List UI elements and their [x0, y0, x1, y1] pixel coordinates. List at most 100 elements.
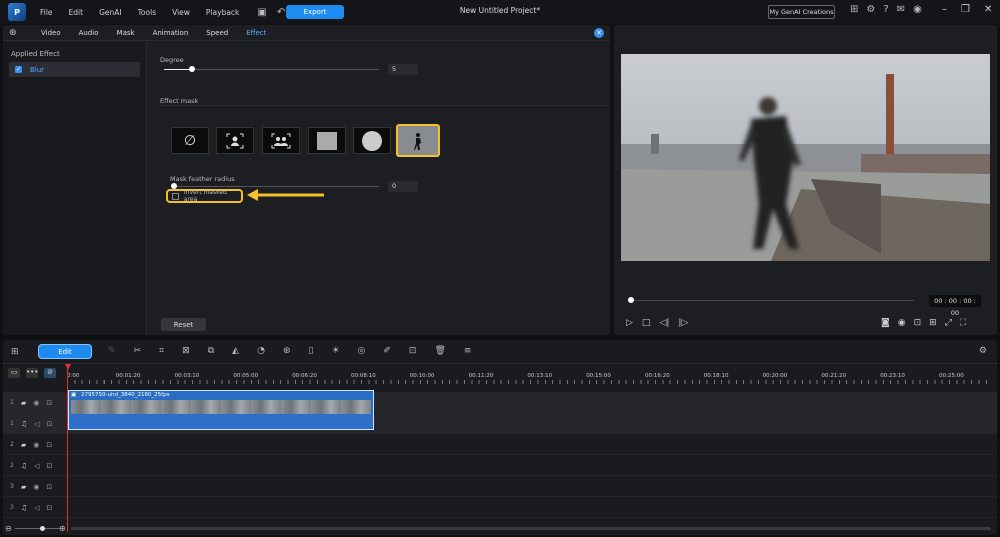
zoom-slider[interactable]	[15, 528, 60, 529]
mask-person-option[interactable]	[216, 127, 254, 154]
video-clip[interactable]: ▣ 2795750-uhd_3840_2160_25fps	[68, 390, 374, 430]
menu-genai[interactable]: GenAI	[99, 8, 122, 17]
tab-audio[interactable]: Audio	[79, 29, 99, 37]
mask-none-option[interactable]: ∅	[171, 127, 209, 154]
timeline-settings-icon[interactable]: ⚙	[979, 346, 987, 356]
mute-icon[interactable]: ◁	[34, 504, 39, 512]
invert-checkbox-box[interactable]	[172, 192, 179, 200]
horizontal-scrollbar[interactable]	[71, 527, 991, 530]
timeline-ruler[interactable]: 0:00 00:01:20 00:03:10 00:05:00 00:06:20 00:0…	[67, 364, 997, 384]
save-icon[interactable]: ▣	[257, 7, 266, 18]
zoom-in-icon[interactable]: ⊕	[59, 524, 66, 533]
feather-value-field[interactable]: 0	[388, 181, 418, 192]
applied-effect-item[interactable]: ✓ Blur	[9, 62, 140, 77]
minimize-icon[interactable]: –	[942, 4, 947, 15]
visibility-icon[interactable]: ◉	[33, 441, 39, 449]
more-icon[interactable]: •••	[26, 368, 38, 378]
freeze-icon[interactable]: ▯	[308, 346, 313, 356]
tab-effect[interactable]: Effect	[246, 29, 266, 37]
track-manager-icon[interactable]: ▭	[8, 368, 20, 378]
zoom-slider-knob[interactable]	[40, 526, 45, 531]
mask-group-option[interactable]	[262, 127, 300, 154]
stop-icon[interactable]: □	[642, 318, 651, 328]
export-button[interactable]: Export	[286, 5, 344, 19]
visibility-icon[interactable]: ◉	[33, 399, 39, 407]
track-row[interactable]: 2 ▰ ◉ ⊡	[3, 434, 997, 455]
menu-view[interactable]: View	[172, 8, 190, 17]
mask-circle-option[interactable]	[353, 127, 391, 154]
brightness-icon[interactable]: ☀	[331, 346, 339, 356]
record-icon[interactable]: ◉	[898, 318, 906, 328]
speed-icon[interactable]: ◔	[257, 346, 265, 356]
snapshot-icon[interactable]: ◙	[881, 318, 890, 328]
visibility-icon[interactable]: ◉	[33, 483, 39, 491]
edit-button[interactable]: Edit	[38, 344, 92, 359]
playhead[interactable]	[67, 368, 68, 532]
my-genai-creations-button[interactable]: My GenAI Creations	[768, 5, 835, 19]
color-icon[interactable]: ◎	[358, 346, 366, 356]
split-icon[interactable]: ✂	[134, 346, 142, 356]
menu-file[interactable]: File	[40, 8, 53, 17]
preview-scrubber[interactable]	[629, 300, 914, 301]
degree-slider[interactable]	[164, 69, 379, 70]
menu-tools[interactable]: Tools	[138, 8, 156, 17]
restore-icon[interactable]: ❐	[961, 4, 970, 15]
lock-icon[interactable]: ⊡	[46, 483, 52, 491]
degree-value-field[interactable]: 5	[388, 64, 418, 75]
effect-enabled-checkbox[interactable]: ✓	[15, 66, 22, 73]
ruler-tick-label: 0:00	[67, 373, 80, 379]
mute-icon[interactable]: ◁	[34, 420, 39, 428]
play-icon[interactable]: ▷	[626, 318, 633, 328]
tab-speed[interactable]: Speed	[206, 29, 228, 37]
next-frame-icon[interactable]: |▷	[678, 318, 688, 328]
lock-icon[interactable]: ⊡	[47, 504, 53, 512]
feather-slider[interactable]	[174, 186, 379, 187]
invert-masked-area-checkbox[interactable]: Invert masked area	[166, 189, 243, 203]
overlay-icon[interactable]: ⧉	[208, 346, 214, 356]
tab-video[interactable]: Video	[41, 29, 61, 37]
quality-icon[interactable]: ⊡	[914, 318, 922, 328]
track-row[interactable]: 3 ♫ ◁ ⊡	[3, 497, 997, 518]
tab-mask[interactable]: Mask	[117, 29, 135, 37]
flip-icon[interactable]: ◭	[232, 346, 239, 356]
notification-icon[interactable]: ✉	[897, 4, 905, 15]
track-row[interactable]: 3 ▰ ◉ ⊡	[3, 476, 997, 497]
reset-button[interactable]: Reset	[161, 318, 206, 331]
preview-scrubber-knob[interactable]	[628, 297, 634, 303]
timeline-zoom-bar: ⊖ ⊕	[3, 524, 997, 534]
menu-playback[interactable]: Playback	[206, 8, 239, 17]
degree-slider-knob[interactable]	[188, 66, 195, 72]
lock-icon[interactable]: ⊡	[46, 441, 52, 449]
layout-icon[interactable]: ⊞	[850, 4, 858, 15]
display-icon[interactable]: ⊞	[929, 318, 937, 328]
close-panel-icon[interactable]: ✕	[594, 28, 604, 38]
effect-icon[interactable]: ⊛	[283, 346, 291, 356]
fit-icon[interactable]: ⤢	[945, 318, 952, 328]
delete-icon[interactable]: 🗑	[434, 346, 445, 356]
mute-icon[interactable]: ◁	[34, 462, 39, 470]
previous-frame-icon[interactable]: ◁|	[659, 318, 669, 328]
edit-image-icon[interactable]: ✐	[383, 346, 391, 356]
subtitle-icon[interactable]: ≡	[464, 346, 472, 356]
settings-icon[interactable]: ⚙	[866, 4, 875, 15]
close-icon[interactable]: ✕	[984, 4, 992, 15]
mosaic-icon[interactable]: ⊡	[409, 346, 417, 356]
mask-custom-option[interactable]	[396, 124, 440, 157]
link-icon[interactable]: ⊘	[44, 368, 56, 378]
menu-edit[interactable]: Edit	[69, 8, 84, 17]
lock-icon[interactable]: ⊡	[46, 399, 52, 407]
fullscreen-icon[interactable]: ⛶	[960, 318, 966, 328]
ai-crop-icon[interactable]: ⊠	[182, 346, 190, 356]
account-icon[interactable]: ◉	[913, 4, 922, 15]
track-row[interactable]: 2 ♫ ◁ ⊡	[3, 455, 997, 476]
lock-icon[interactable]: ⊡	[47, 462, 53, 470]
tab-animation[interactable]: Animation	[153, 29, 189, 37]
lock-icon[interactable]: ⊡	[47, 420, 53, 428]
pen-icon[interactable]: ✎	[108, 346, 116, 356]
import-icon[interactable]: ⊞	[11, 347, 19, 357]
zoom-out-icon[interactable]: ⊖	[5, 524, 12, 533]
undo-icon[interactable]: ↶	[277, 7, 285, 18]
help-icon[interactable]: ?	[883, 4, 888, 15]
crop-icon[interactable]: ⌗	[159, 346, 164, 356]
mask-rectangle-option[interactable]	[308, 127, 346, 154]
